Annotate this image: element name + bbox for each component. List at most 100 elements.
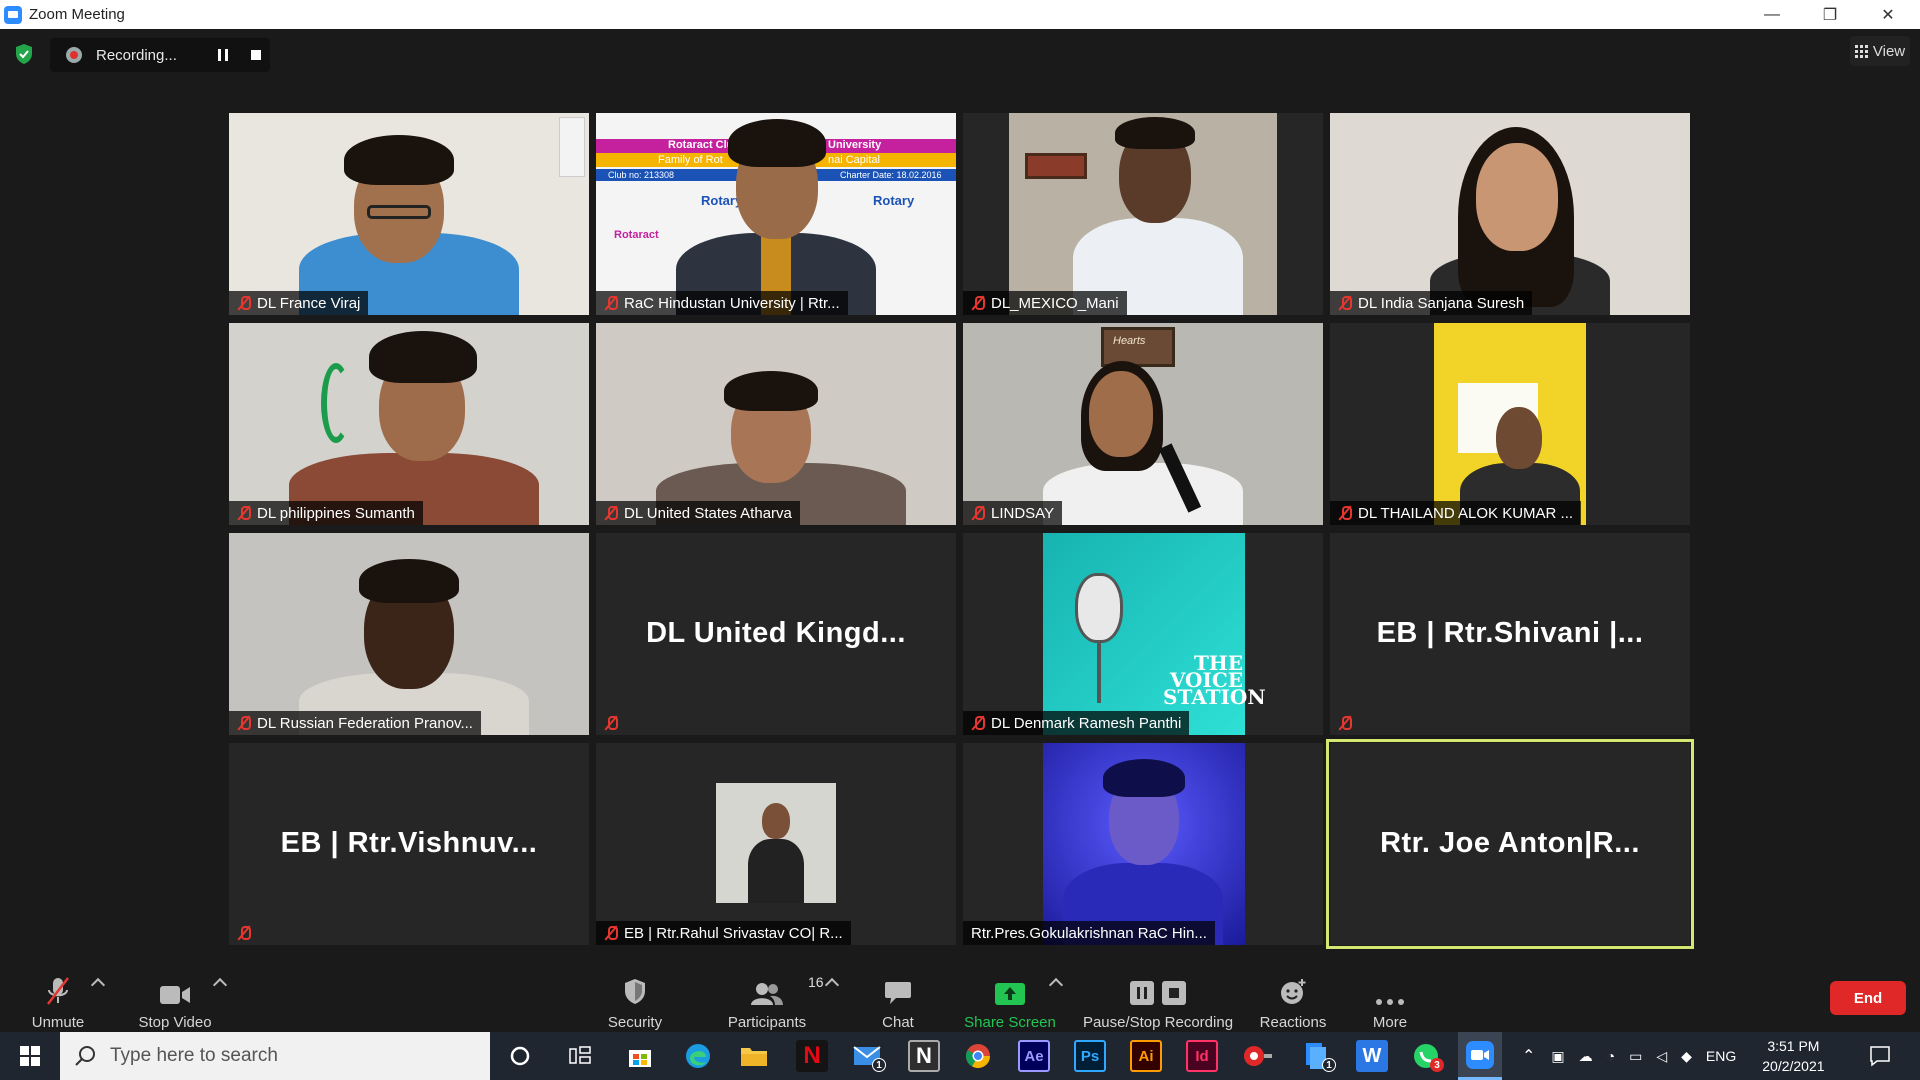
indesign-icon[interactable]: Id — [1186, 1040, 1218, 1072]
participant-display-name: Rtr. Joe Anton|R... — [1380, 827, 1640, 859]
search-icon — [75, 1046, 95, 1066]
participant-tile[interactable]: DL THAILAND ALOK KUMAR ... — [1330, 323, 1690, 525]
edge-browser-icon[interactable] — [682, 1040, 714, 1072]
participant-tile[interactable]: THE VOICE STATION DL Denmark Ramesh Pant… — [963, 533, 1323, 735]
participant-name-label: DL philippines Sumanth — [229, 501, 423, 525]
participant-tile[interactable]: DL United Kingd... — [596, 533, 956, 735]
recording-indicator: Recording... — [50, 38, 270, 72]
muted-mic-icon — [237, 505, 251, 521]
participant-name-label: LINDSAY — [963, 501, 1063, 525]
participant-tile[interactable]: DL Russian Federation Pranov... — [229, 533, 589, 735]
files-badge: 1 — [1322, 1058, 1336, 1072]
pause-recording-icon[interactable] — [218, 49, 228, 61]
photoshop-icon[interactable]: Ps — [1074, 1040, 1106, 1072]
files-app-icon[interactable]: 1 — [1300, 1040, 1336, 1072]
muted-mic-icon — [237, 925, 251, 941]
participant-face — [762, 803, 790, 839]
participant-body — [1043, 463, 1243, 525]
participant-tile[interactable]: DL France Viraj — [229, 113, 589, 315]
view-button[interactable]: View — [1850, 36, 1910, 66]
muted-mic-icon — [1338, 295, 1352, 311]
chat-label: Chat — [882, 1014, 914, 1031]
participant-tile[interactable]: Rotaract Club University Family of Rot n… — [596, 113, 956, 315]
muted-mic-icon — [1338, 715, 1352, 731]
participant-tile[interactable]: Hearts LINDSAY — [963, 323, 1323, 525]
volume-icon[interactable]: ◁ — [1656, 1048, 1667, 1065]
task-view-icon[interactable] — [564, 1040, 596, 1072]
participant-tile[interactable]: DL United States Atharva — [596, 323, 956, 525]
participant-tile[interactable]: DL_MEXICO_Mani — [963, 113, 1323, 315]
close-button[interactable]: ✕ — [1859, 0, 1917, 29]
participant-body — [748, 839, 804, 903]
participants-options-chevron-icon[interactable] — [824, 977, 840, 993]
dropbox-icon[interactable]: ◆ — [1681, 1048, 1692, 1065]
stop-icon — [1162, 981, 1186, 1005]
banner-rotaract: Rotaract — [614, 229, 659, 241]
video-camera-icon — [160, 986, 190, 1004]
microsoft-store-icon[interactable] — [624, 1040, 656, 1072]
participant-tile[interactable]: EB | Rtr.Shivani |... — [1330, 533, 1690, 735]
meeting-area: Recording... View DL France Viraj Rotara… — [0, 29, 1920, 962]
meet-now-icon[interactable]: ▣ — [1551, 1048, 1564, 1065]
notion-icon[interactable]: N — [908, 1040, 940, 1072]
participant-tile[interactable]: DL philippines Sumanth — [229, 323, 589, 525]
cortana-icon[interactable] — [504, 1040, 536, 1072]
pause-stop-recording-button[interactable]: Pause/Stop Recording — [1080, 962, 1236, 1032]
restore-button[interactable]: ❐ — [1801, 0, 1859, 29]
security-button[interactable]: Security — [598, 962, 672, 1032]
clock-time: 3:51 PM — [1767, 1038, 1820, 1054]
mail-icon[interactable]: 1 — [852, 1040, 886, 1072]
after-effects-icon[interactable]: Ae — [1018, 1040, 1050, 1072]
illustrator-icon[interactable]: Ai — [1130, 1040, 1162, 1072]
wall-picture — [1025, 153, 1087, 179]
start-button[interactable] — [0, 1032, 60, 1080]
muted-mic-icon — [237, 295, 251, 311]
reactions-button[interactable]: Reactions — [1256, 962, 1330, 1032]
zoom-taskbar-icon[interactable] — [1458, 1032, 1502, 1080]
participant-tile[interactable]: Rtr.Pres.Gokulakrishnan RaC Hin... — [963, 743, 1323, 945]
more-button[interactable]: More — [1360, 962, 1420, 1032]
netflix-icon[interactable]: N — [796, 1040, 828, 1072]
participant-name-label: DL_MEXICO_Mani — [963, 291, 1127, 315]
participants-button[interactable]: 16 Participants — [720, 962, 824, 1032]
taskbar-search[interactable]: Type here to search — [60, 1032, 490, 1080]
encryption-shield-icon[interactable] — [14, 43, 34, 65]
participant-display-name: EB | Rtr.Vishnuv... — [280, 827, 538, 859]
notifications-icon[interactable] — [1864, 1040, 1896, 1072]
active-speaker-tile[interactable]: Rtr. Joe Anton|R... — [1326, 739, 1694, 949]
participant-hair — [1103, 759, 1185, 797]
word-icon[interactable]: W — [1356, 1040, 1388, 1072]
meeting-toolbar: Unmute Stop Video Security 16 Participan… — [0, 962, 1920, 1032]
participant-tile[interactable]: EB | Rtr.Vishnuv... — [229, 743, 589, 945]
more-dots-icon — [1376, 999, 1404, 1005]
onedrive-icon[interactable]: ☁ — [1579, 1048, 1593, 1065]
participant-tile[interactable]: EB | Rtr.Rahul Srivastav CO| R... — [596, 743, 956, 945]
whatsapp-icon[interactable]: 3 — [1410, 1040, 1444, 1072]
screen-recorder-icon[interactable] — [1242, 1040, 1274, 1072]
clock[interactable]: 3:51 PM 20/2/2021 — [1762, 1036, 1824, 1076]
share-screen-button[interactable]: Share Screen — [958, 962, 1062, 1032]
muted-mic-icon — [971, 715, 985, 731]
participant-name-label: DL India Sanjana Suresh — [1330, 291, 1533, 315]
stop-video-button[interactable]: Stop Video — [130, 962, 220, 1032]
file-explorer-icon[interactable] — [738, 1040, 770, 1072]
search-placeholder: Type here to search — [110, 1045, 278, 1066]
chevron-up-icon[interactable]: ⌃ — [1522, 1046, 1535, 1066]
chat-button[interactable]: Chat — [870, 962, 926, 1032]
stop-recording-icon[interactable] — [251, 50, 261, 60]
recording-dot-icon — [66, 47, 82, 63]
participant-tile[interactable]: DL India Sanjana Suresh — [1330, 113, 1690, 315]
language-indicator[interactable]: ENG — [1706, 1048, 1736, 1064]
battery-icon[interactable]: ▭ — [1629, 1048, 1642, 1065]
microphone-stand — [1097, 643, 1101, 703]
participant-face — [1089, 371, 1153, 457]
minimize-button[interactable]: — — [1743, 0, 1801, 29]
muted-mic-icon — [604, 505, 618, 521]
title-bar: Zoom Meeting — ❐ ✕ — [0, 0, 1920, 29]
end-meeting-button[interactable]: End — [1830, 981, 1906, 1015]
wifi-icon[interactable]: ◔ — [1607, 1048, 1615, 1064]
mail-badge: 1 — [872, 1058, 886, 1072]
chrome-icon[interactable] — [962, 1040, 994, 1072]
unmute-button[interactable]: Unmute — [22, 962, 94, 1032]
muted-mic-icon — [237, 715, 251, 731]
